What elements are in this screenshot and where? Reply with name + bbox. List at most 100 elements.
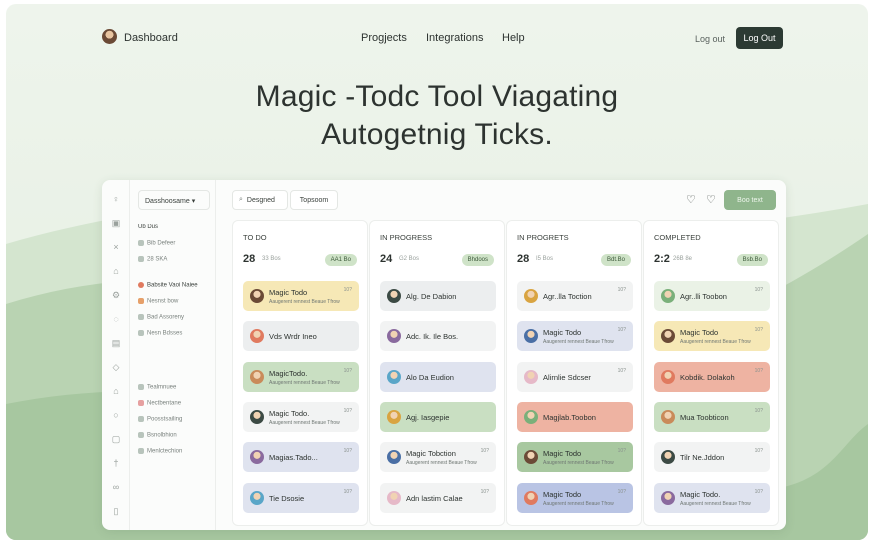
nav-link-integrations[interactable]: Integrations [426,32,483,44]
chat-icon[interactable]: ▢ [111,434,121,444]
sidebar-item[interactable]: 28 SKA [138,256,214,263]
task-card[interactable]: MagicTodo. Aaugerent rennest Beaue Tfrow 1… [243,362,359,392]
pin-icon[interactable]: † [111,458,121,468]
avatar [524,370,538,384]
favorite-icon[interactable]: ♡ [706,193,716,206]
close-icon[interactable]: × [111,242,121,252]
shield-icon[interactable]: ◇ [111,362,121,372]
task-title: Agr..lla Toction [543,292,592,301]
task-card[interactable]: Vds Wrdr Ineo [243,321,359,351]
folder-icon [138,256,144,262]
task-card[interactable]: Magic Todo. Aaugerent rennest Beaue Tfrow… [243,402,359,432]
home-icon[interactable]: ⌂ [111,266,121,276]
sidebar-item[interactable]: Bad Assoreny [138,314,214,321]
task-card[interactable]: Agj. Iasgepie [380,402,496,432]
task-card[interactable]: Magic Tobction Aaugerent rennest Beaue Tf… [380,442,496,472]
sidebar-item-label: Poosstsailing [147,416,183,423]
workspace-select[interactable]: Dasshoosame ▾ [138,190,210,210]
task-card[interactable]: Kobdik. Dolakoh 10? [654,362,770,392]
sidebar-item-label: Menlctechion [147,448,183,455]
hero-line-1: Magic -Todc Tool Viagating [255,80,619,113]
sidebar-item[interactable]: Tealmnuee [138,384,214,391]
task-card[interactable]: Magic Todo Aaugerent rennest Beaue Tfrow 1… [654,321,770,351]
task-card[interactable]: Agr..lla Toction 10? [517,281,633,311]
avatar [387,329,401,343]
task-meta: 10? [480,448,489,454]
globe-icon[interactable]: ○ [111,410,121,420]
task-meta: 10? [617,368,626,374]
task-card[interactable]: Magic Todo. Aaugerent rennest Beaue Tfrow… [654,483,770,513]
filter-tab[interactable]: Topsoom [290,190,338,210]
task-title: Magias.Tado... [269,453,318,462]
sidebar-item-label: Ub Dus [138,224,159,230]
brand-label[interactable]: Dashboard [124,32,178,44]
task-meta: 10? [343,489,352,495]
nav-link-projects[interactable]: Progjects [361,32,407,44]
sidebar-item[interactable]: Bsnolbhion [138,432,214,439]
task-card[interactable]: Alg. De Dabion [380,281,496,311]
link-icon[interactable]: ∞ [111,482,121,492]
task-title: Kobdik. Dolakoh [680,373,735,382]
column-status-badge[interactable]: Bdt.Bo [600,254,631,266]
column-count: 28 [243,253,256,265]
doc-icon [138,416,144,422]
sidebar-item[interactable]: Nesnst bow [138,298,214,305]
sidebar-item[interactable]: Bib Defeer [138,240,214,247]
sidebar-item-label: Nectbentane [147,400,182,407]
task-meta: 10? [343,287,352,293]
task-card[interactable]: Magic Todo Aaugerent rennest Beaue Tfrow 1… [517,483,633,513]
grid-icon[interactable]: ▣ [111,218,121,228]
sidebar-item[interactable]: Babsite Vaoi Naiee [138,282,214,289]
task-title: Alirnlie Sdcser [543,373,591,382]
nav-link-help[interactable]: Help [502,32,525,44]
sidebar-item[interactable]: Menlctechion [138,448,214,455]
avatar [661,289,675,303]
sidebar-item[interactable]: Poosstsailing [138,416,214,423]
house-icon[interactable]: ⌂ [111,386,121,396]
column-title: COMPLETED [654,233,701,242]
avatar [250,370,264,384]
search-input[interactable]: ⌕ Desgned [232,190,288,210]
task-card[interactable]: Adc. Ik. Ile Bos. [380,321,496,351]
task-card[interactable]: Magic Todo Aaugerent rennest Beaue Tfrow 1… [517,442,633,472]
avatar [661,329,675,343]
task-card[interactable]: Tilr Ne.Jddon 10? [654,442,770,472]
task-subtitle: Aaugerent rennest Beaue Tfrow [269,299,340,305]
status-dot-icon [138,282,144,288]
task-card[interactable]: Alirnlie Sdcser 10? [517,362,633,392]
avatar [250,450,264,464]
sidebar-item-label: Tealmnuee [147,384,177,391]
logout-link[interactable]: Log out [695,34,725,44]
bulb-icon[interactable]: ♀ [111,194,121,204]
column-status-badge[interactable]: Bsb.Bo [736,254,768,266]
heart-icon[interactable]: ♡ [686,193,696,206]
task-meta: 10? [480,489,489,495]
sidebar-item[interactable]: Nesn Bdsses [138,330,214,337]
sidebar-item[interactable]: Nectbentane [138,400,214,407]
user-icon[interactable]: ◌ [111,314,121,324]
avatar [661,491,675,505]
task-card[interactable]: Magjlab.Toobon [517,402,633,432]
sidebar-item[interactable]: Ub Dus [138,224,214,230]
calendar-icon[interactable]: ▤ [111,338,121,348]
new-task-button[interactable]: Boo text [724,190,776,210]
column-status-badge[interactable]: AA1 Bo [324,254,357,266]
task-meta: 10? [754,327,763,333]
column-count: 28 [517,253,530,265]
column-status-badge[interactable]: Bhdoos [461,254,494,266]
task-title: Magic Todo [269,288,308,297]
task-card[interactable]: Adn lastim Calae 10? [380,483,496,513]
sidebar-item-label: Bad Assoreny [147,314,185,321]
task-card[interactable]: Magic Todo Aaugerent rennest Beaue Tfrow 1… [517,321,633,351]
task-card[interactable]: Alo Da Eudion [380,362,496,392]
task-card[interactable]: Agr..lli Toobon 10? [654,281,770,311]
trash-icon[interactable]: ▯ [111,506,121,516]
task-card[interactable]: Mua Toobticon 10? [654,402,770,432]
task-card[interactable]: Tie Dsosie 10? [243,483,359,513]
column-todo: TO DO 28 33 Bos AA1 Bo Magic Todo Aaugerent r… [232,220,368,526]
task-card[interactable]: Magic Todo Aaugerent rennest Beaue Tfrow 1… [243,281,359,311]
task-card[interactable]: Magias.Tado... 10? [243,442,359,472]
doc-icon [138,384,144,390]
settings-icon[interactable]: ⚙ [111,290,121,300]
logout-button[interactable]: Log Out [736,27,783,49]
